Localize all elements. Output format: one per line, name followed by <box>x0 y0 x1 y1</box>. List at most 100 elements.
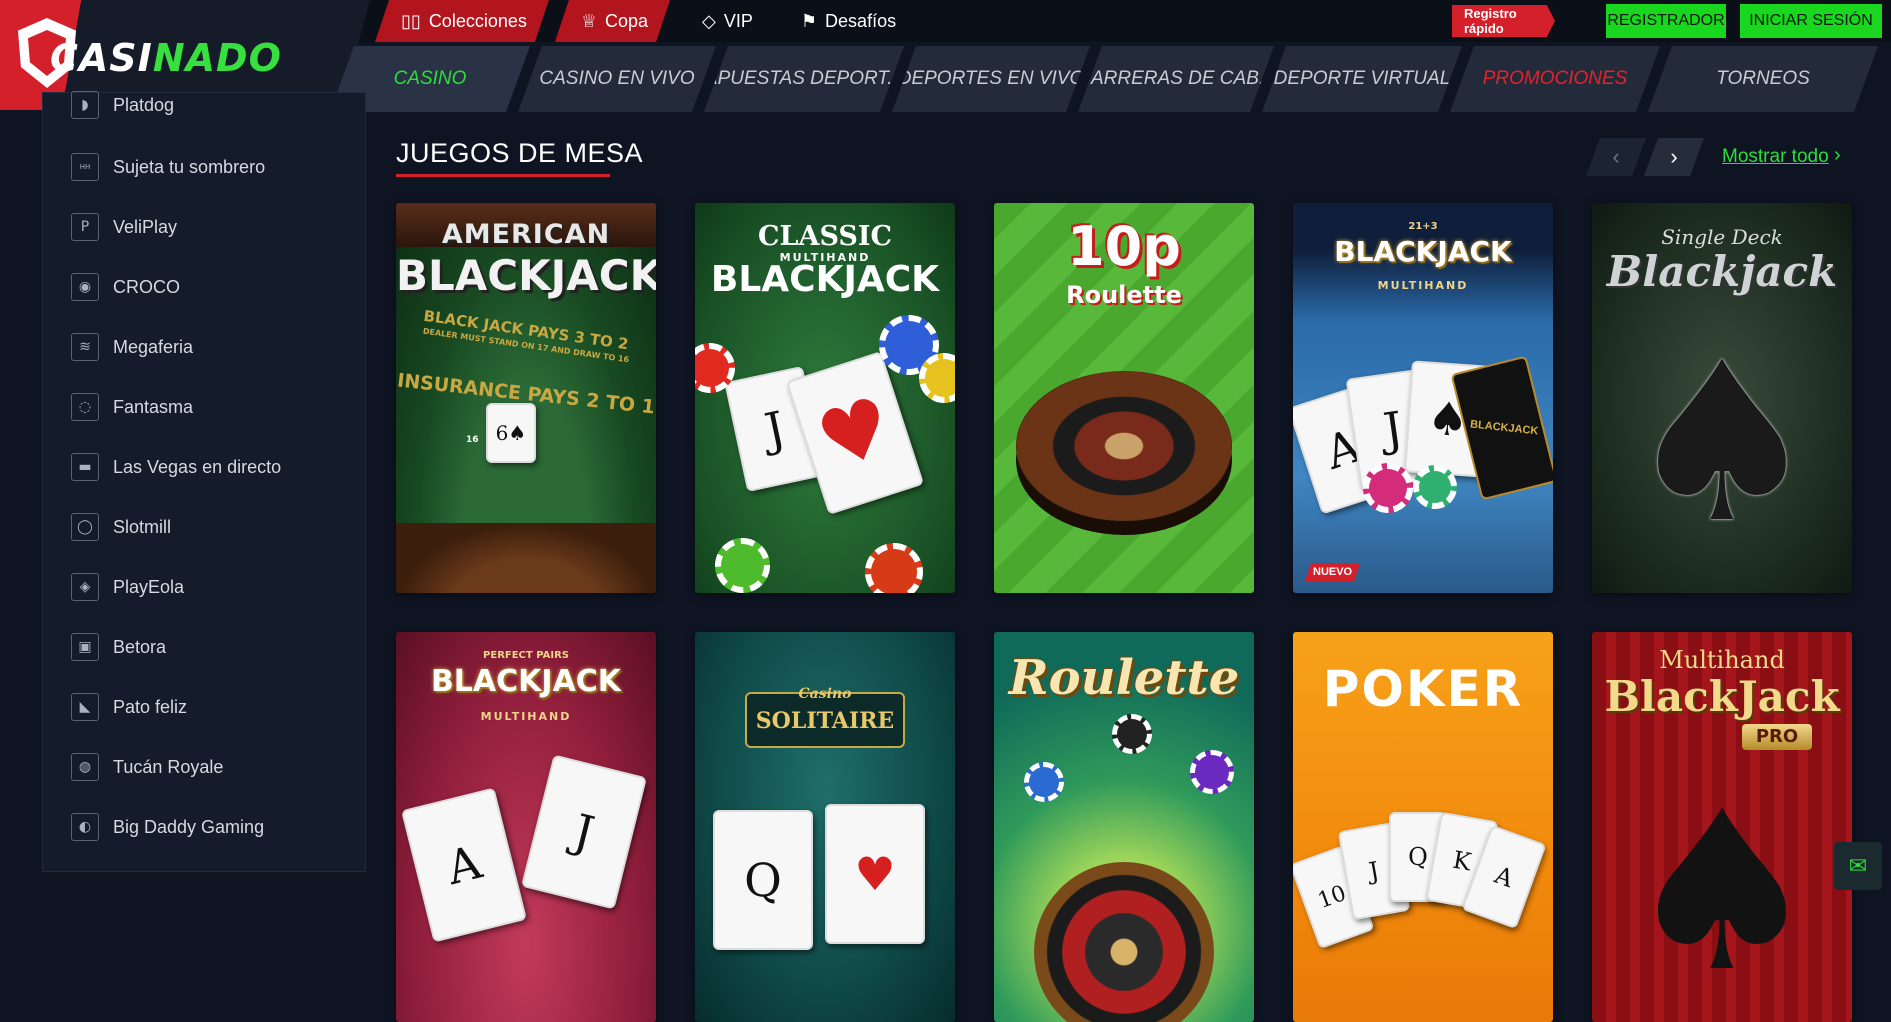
card-rank: 10 <box>1314 880 1350 914</box>
toucan-icon: ◍ <box>71 753 99 781</box>
sidebar-item-pato-feliz[interactable]: ◣ Pato feliz <box>71 689 187 725</box>
game-title-line1: Single Deck <box>1661 225 1783 249</box>
login-button[interactable]: INICIAR SESIÓN <box>1740 4 1882 38</box>
playing-card-jack-spades: J <box>520 754 648 910</box>
game-tile-10p-roulette[interactable]: 10p Roulette <box>994 203 1254 593</box>
nav-carreras-de-caballos[interactable]: CARRERAS DE CAB... <box>1078 46 1274 112</box>
game-tile-classic-multihand-blackjack[interactable]: CLASSIC MULTIHAND BLACKJACK J ♥ <box>695 203 955 593</box>
card-back: BLACKJACK <box>1450 355 1553 501</box>
croco-icon: ◉ <box>71 273 99 301</box>
roulette-wheel <box>1034 862 1214 1022</box>
sidebar-item-label: Big Daddy Gaming <box>113 816 265 837</box>
sidebar-item-megaferia[interactable]: ≋ Megaferia <box>71 329 193 365</box>
card-back-logo: BLACKJACK <box>1469 418 1539 438</box>
nav-deporte-virtual[interactable]: DEPORTE VIRTUAL <box>1262 46 1462 112</box>
sidebar-item-label: Tucán Royale <box>113 756 224 777</box>
quick-register-badge[interactable]: Registro rápido <box>1452 5 1555 37</box>
heart-icon: ♥ <box>806 377 904 489</box>
card-rank: J <box>760 400 790 458</box>
top-link-copa[interactable]: ♕ Copa <box>555 0 670 42</box>
casino-chip-pink <box>1363 463 1413 513</box>
main-nav: CASINO CASINO EN VIVO APUESTAS DEPORT...… <box>330 46 1891 112</box>
sidebar-item-platdog[interactable]: ◗ Platdog <box>71 87 174 123</box>
nav-torneos[interactable]: TORNEOS <box>1648 46 1878 112</box>
game-title-line1: 10p <box>1067 215 1181 278</box>
game-tile-single-deck-blackjack[interactable]: Single Deck Blackjack ♠ <box>1592 203 1852 593</box>
sidebar-item-label: CROCO <box>113 276 180 297</box>
top-link-colecciones[interactable]: ▯▯ Colecciones <box>375 0 549 42</box>
game-title-line2: BLACKJACK <box>396 251 656 300</box>
provider-sidebar: ◗ Platdog HH Sujeta tu sombrero P VeliPl… <box>42 91 366 872</box>
game-tile-21-3-blackjack-multihand[interactable]: 21+3 BLACKJACK MULTIHAND A J ♠ BLACKJACK… <box>1293 203 1553 593</box>
sidebar-item-slotmill[interactable]: ◯ Slotmill <box>71 509 171 545</box>
sidebar-item-betora[interactable]: ▣ Betora <box>71 629 166 665</box>
nav-deportes-en-vivo[interactable]: DEPORTES EN VIVO <box>892 46 1090 112</box>
hold-your-hat-icon: HH <box>71 153 99 181</box>
game-title-line1: BLACKJACK <box>1334 235 1512 268</box>
game-tile-roulette[interactable]: Roulette <box>994 632 1254 1022</box>
card-rank: A <box>1491 860 1517 894</box>
casino-chip-orange <box>865 543 923 593</box>
top-link-label: Desafíos <box>825 10 897 31</box>
card-rank: A <box>441 834 487 896</box>
top-link-desafios[interactable]: ⚑ Desafíos <box>775 0 918 42</box>
game-tile-casino-solitaire[interactable]: Casino SOLITAIRE Q ♥ <box>695 632 955 1022</box>
sidebar-item-big-daddy-gaming[interactable]: ◐ Big Daddy Gaming <box>71 809 264 845</box>
sidebar-item-sujeta-tu-sombrero[interactable]: HH Sujeta tu sombrero <box>71 149 265 185</box>
game-title-line1: CLASSIC <box>758 221 892 252</box>
game-tile-american-blackjack[interactable]: AMERICAN BLACKJACK BLACK JACK PAYS 3 TO … <box>396 203 656 593</box>
betora-icon: ▣ <box>71 633 99 661</box>
show-all-link[interactable]: Mostrar todo <box>1722 146 1829 168</box>
game-title-line2: MULTIHAND <box>480 710 572 723</box>
sidebar-item-fantasma[interactable]: ◌ Fantasma <box>71 389 193 425</box>
carousel-prev-button[interactable]: ‹ <box>1586 138 1646 176</box>
casino-chip-black <box>1112 714 1152 754</box>
sidebar-item-label: Platdog <box>113 94 175 115</box>
casino-chip-purple <box>1190 750 1234 794</box>
nav-apuestas-deportivas[interactable]: APUESTAS DEPORT... <box>704 46 904 112</box>
heart-icon: ♥ <box>854 847 896 901</box>
game-tile-multihand-blackjack-pro[interactable]: Multihand BlackJack PRO ♠ <box>1592 632 1852 1022</box>
game-title-line2: Roulette <box>1066 281 1182 309</box>
sidebar-item-tucan-royale[interactable]: ◍ Tucán Royale <box>71 749 223 785</box>
game-title-line1: Multihand <box>1659 646 1785 674</box>
card-count: 16 <box>466 435 479 445</box>
top-link-label: Colecciones <box>428 10 527 31</box>
card-rank: J <box>1380 400 1406 458</box>
platdog-icon: ◗ <box>71 91 99 119</box>
carousel-next-button[interactable]: › <box>1644 138 1704 176</box>
vegas-icon: ▬ <box>71 453 99 481</box>
big-daddy-icon: ◐ <box>71 813 99 841</box>
sidebar-item-veliplay[interactable]: P VeliPlay <box>71 209 177 245</box>
nav-promociones[interactable]: PROMOCIONES <box>1450 46 1660 112</box>
register-button[interactable]: REGISTRADOR <box>1606 4 1726 38</box>
diamond-icon: ◇ <box>702 10 716 31</box>
logo-text: CASINADO <box>50 36 282 80</box>
casino-chip-green <box>1413 465 1457 509</box>
sidebar-item-playeola[interactable]: ◈ PlayEola <box>71 569 184 605</box>
sidebar-item-label: Megaferia <box>113 336 194 357</box>
card-rank: J <box>1366 856 1382 886</box>
game-tile-perfect-pairs-blackjack[interactable]: PERFECT PAIRS BLACKJACK MULTIHAND A J <box>396 632 656 1022</box>
spade-icon: ♠ <box>1623 315 1821 571</box>
top-link-vip[interactable]: ◇ VIP <box>676 0 775 42</box>
game-title-line1: AMERICAN <box>441 219 611 250</box>
sidebar-item-croco[interactable]: ◉ CROCO <box>71 269 180 305</box>
game-title-line2: Blackjack <box>1606 247 1838 296</box>
section-title: JUEGOS DE MESA <box>396 138 644 168</box>
flag-icon: ⚑ <box>800 10 818 31</box>
new-badge: NUEVO <box>1305 563 1360 581</box>
chat-icon[interactable]: ✉ <box>1834 842 1882 890</box>
top-link-label: VIP <box>723 10 753 31</box>
sidebar-item-label: Sujeta tu sombrero <box>113 156 266 177</box>
playeola-icon: ◈ <box>71 573 99 601</box>
game-title-line2: SOLITAIRE <box>755 708 895 734</box>
table-rail <box>396 523 656 593</box>
nav-casino-en-vivo[interactable]: CASINO EN VIVO <box>518 46 716 112</box>
roulette-wheel <box>1016 371 1232 521</box>
game-title-line1: BLACKJACK <box>430 664 622 699</box>
game-title-tag: 21+3 <box>1408 221 1438 232</box>
game-tile-poker[interactable]: POKER 10 J Q K A <box>1293 632 1553 1022</box>
section-title-underline <box>396 174 610 177</box>
sidebar-item-las-vegas-en-directo[interactable]: ▬ Las Vegas en directo <box>71 449 281 485</box>
